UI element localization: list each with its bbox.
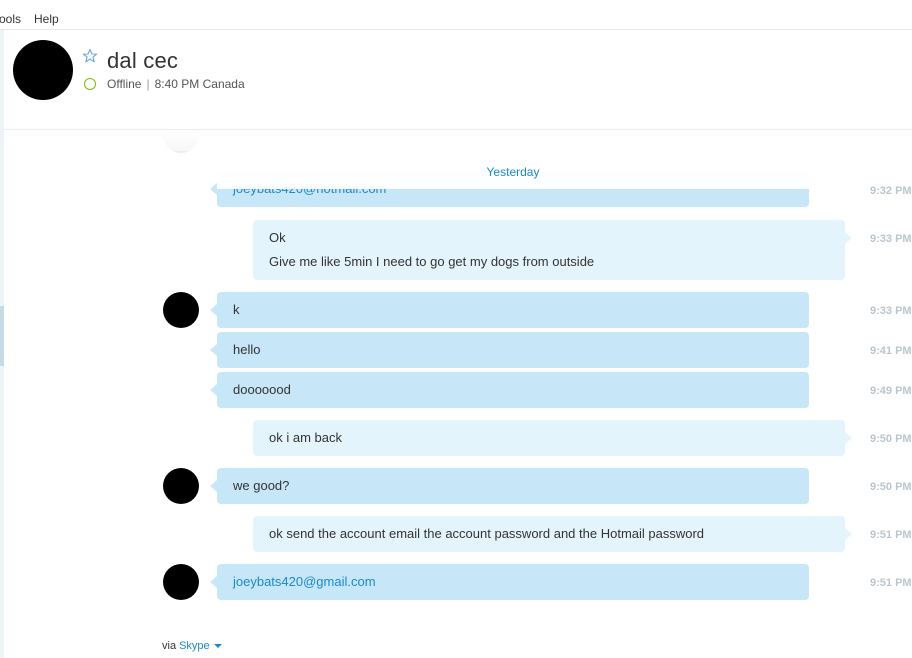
message-time: 9:50 PM — [870, 433, 912, 445]
via-service-selector: via Skype — [162, 640, 222, 652]
menu-tools[interactable]: ools — [0, 12, 21, 26]
menu-help[interactable]: Help — [34, 12, 59, 26]
message-text: Ok — [269, 230, 286, 245]
message-text: Give me like 5min I need to go get my do… — [269, 254, 595, 269]
message-bubble-incoming[interactable]: dooooood — [210, 372, 809, 408]
email-link[interactable]: joeybats420@gmail.com — [233, 570, 809, 594]
conversation-header: dal cec Offline | 8:40 PM Canada — [4, 30, 912, 130]
contact-avatar[interactable] — [13, 40, 73, 100]
message-bubble-incoming[interactable]: k — [210, 292, 809, 328]
avatar[interactable] — [163, 468, 199, 504]
message-bubble-outgoing[interactable]: ok send the account email the account pa… — [253, 516, 852, 552]
message-bubble-outgoing[interactable]: ok i am back — [253, 420, 852, 456]
presence-status: Offline — [107, 77, 142, 91]
contact-name[interactable]: dal cec — [107, 48, 178, 74]
message-text: we good? — [233, 478, 290, 493]
message-text: ok send the account email the account pa… — [269, 526, 705, 541]
via-label: via — [162, 640, 177, 652]
message-time: 9:33 PM — [870, 305, 912, 317]
chat-history[interactable]: joeybats420@hotmail.com 9:32 PM Yesterda… — [4, 131, 912, 658]
menu-bar: ools Help — [0, 0, 912, 30]
message-time: 9:51 PM — [870, 529, 912, 541]
message-text: dooooood — [233, 382, 291, 397]
message-text: hello — [233, 342, 261, 357]
date-divider: Yesterday — [217, 157, 809, 189]
chevron-down-icon[interactable] — [213, 644, 222, 649]
message-time: 9:51 PM — [870, 577, 912, 589]
scroll-fade — [154, 131, 912, 151]
message-time: 9:32 PM — [870, 185, 912, 197]
message-bubble-incoming[interactable]: we good? — [210, 468, 809, 504]
status-line: Offline | 8:40 PM Canada — [107, 77, 245, 91]
service-dropdown[interactable]: Skype — [179, 640, 210, 652]
message-text: ok i am back — [269, 430, 342, 445]
message-time: 9:50 PM — [870, 481, 912, 493]
contact-local-time: 8:40 PM Canada — [154, 77, 245, 91]
separator: | — [146, 77, 150, 91]
star-outline-icon[interactable] — [82, 48, 98, 64]
message-time: 9:41 PM — [870, 345, 912, 357]
avatar[interactable] — [163, 292, 199, 328]
offline-status-icon — [84, 78, 96, 90]
message-time: 9:33 PM — [870, 233, 912, 245]
message-text: k — [233, 302, 240, 317]
avatar[interactable] — [163, 564, 199, 600]
message-time: 9:49 PM — [870, 385, 912, 397]
message-bubble-outgoing[interactable]: Ok Give me like 5min I need to go get my… — [253, 220, 852, 280]
message-bubble-incoming[interactable]: joeybats420@gmail.com — [210, 564, 809, 600]
message-bubble-incoming[interactable]: hello — [210, 332, 809, 368]
